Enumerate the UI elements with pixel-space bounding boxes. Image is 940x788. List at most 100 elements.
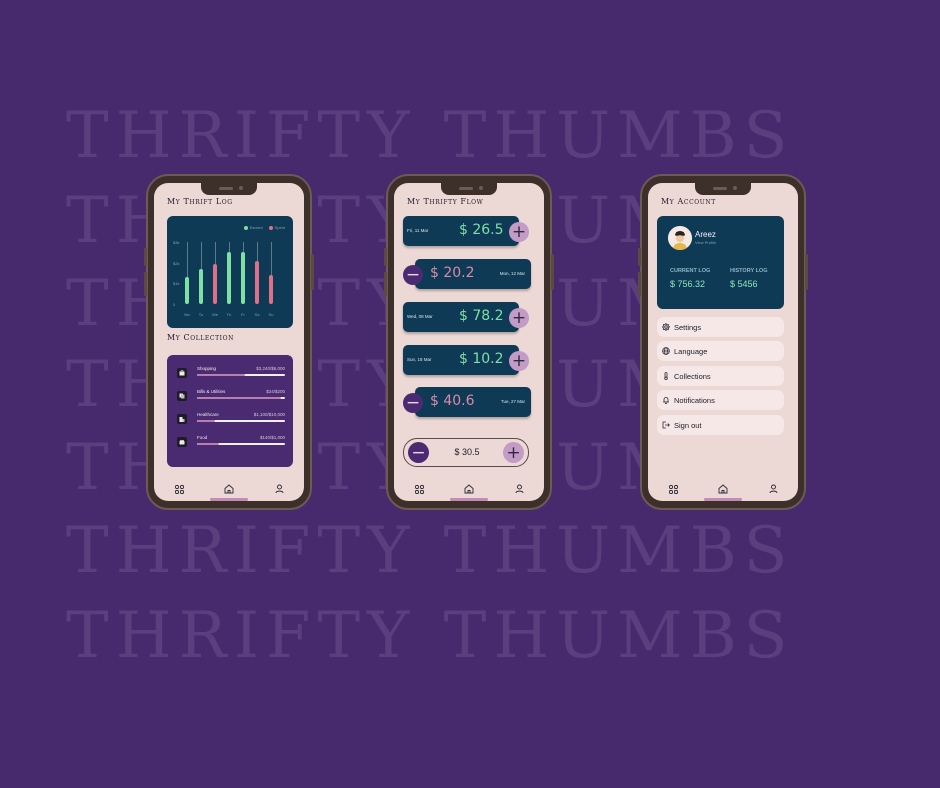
collection-item-food[interactable]: Food $140/$1,000: [177, 435, 285, 455]
legend-spent: Spent: [268, 225, 285, 230]
sign-out-icon: [662, 416, 670, 434]
bar-spent-we[interactable]: [213, 263, 217, 304]
gear-icon: [661, 318, 671, 336]
grid-icon[interactable]: [665, 481, 681, 497]
collection-name: Bills & Utilities: [197, 389, 226, 394]
home-icon[interactable]: [715, 481, 731, 497]
bottom-nav: [648, 477, 798, 501]
collection-card: Shopping $3,240/$6,000 Bills & Utilities…: [167, 355, 293, 467]
collection-item-bills[interactable]: Bills & Utilities $24/$200: [177, 389, 285, 409]
avatar[interactable]: [668, 226, 692, 250]
x-tick-label: Tu: [198, 312, 204, 317]
page-title: My Account: [661, 197, 716, 206]
page-title: My Thrifty Flow: [407, 197, 484, 206]
menu-item-notifications[interactable]: Notifications: [657, 390, 784, 410]
collection-progress: [197, 374, 285, 376]
bills-icon: [177, 391, 187, 401]
screen-thrift-log: My Thrift Log Earned Spent $3k $2k $1k 0 Mo T…: [154, 183, 304, 501]
y-tick-label: 0: [173, 302, 176, 307]
account-card: Areez View Profile CURRENT LOG $ 756.32 …: [657, 216, 784, 309]
collection-name: Healthcare: [197, 412, 219, 417]
x-tick-label: We: [212, 312, 218, 317]
watermark-text: THRIFTY THUMBS: [66, 599, 795, 673]
flow-entry[interactable]: Wed, 08 Mar $ 78.2 +: [403, 302, 529, 332]
thrift-log-chart: Earned Spent $3k $2k $1k 0 Mo Tu We Th Fr Sa Su: [167, 216, 293, 328]
bottom-nav: [394, 477, 544, 501]
entry-date: Sun, 18 Mar: [407, 357, 432, 362]
entry-amount: $ 10.2: [459, 351, 504, 367]
add-button[interactable]: +: [509, 222, 529, 242]
healthcare-icon: [177, 414, 187, 424]
bar-earned-th[interactable]: [227, 252, 231, 304]
menu-label: Language: [674, 346, 708, 356]
screen-my-account: My Account Areez View Profile CURRENT LO…: [648, 183, 798, 501]
current-log-value: $ 756.32: [670, 279, 706, 289]
grid-icon[interactable]: [411, 481, 427, 497]
menu-item-settings[interactable]: Settings: [657, 317, 784, 337]
watermark-text: THRIFTY THUMBS: [66, 99, 795, 173]
menu-label: Sign out: [674, 420, 702, 430]
entry-date: Fri, 11 Mar: [407, 228, 429, 233]
watermark-text: THRIFTY THUMBS: [66, 514, 795, 588]
amount-input[interactable]: − $ 30.5 +: [403, 438, 529, 467]
home-icon[interactable]: [461, 481, 477, 497]
add-button[interactable]: +: [503, 442, 524, 463]
menu-label: Notifications: [674, 395, 715, 405]
notch: [441, 183, 497, 195]
phone-my-account: My Account Areez View Profile CURRENT LO…: [638, 174, 808, 510]
menu-item-language[interactable]: Language: [657, 341, 784, 361]
subtract-button[interactable]: −: [403, 393, 423, 413]
globe-icon: [662, 342, 670, 360]
collection-item-shopping[interactable]: Shopping $3,240/$6,000: [177, 366, 285, 386]
add-button[interactable]: +: [509, 351, 529, 371]
y-tick-label: $2k: [173, 260, 180, 266]
active-tab-indicator: [450, 498, 488, 501]
collection-name: Shopping: [197, 366, 217, 371]
home-icon[interactable]: [221, 481, 237, 497]
x-tick-label: Th: [226, 312, 232, 317]
legend-earned: Earned: [243, 225, 263, 230]
bar-spent-su[interactable]: [269, 275, 273, 304]
menu-label: Collections: [674, 371, 711, 381]
subtract-button[interactable]: −: [403, 265, 423, 285]
bar-earned-fr[interactable]: [241, 252, 245, 304]
screen-thrifty-flow: My Thrifty Flow Fri, 11 Mar $ 26.5 + − $…: [394, 183, 544, 501]
menu-item-collections[interactable]: Collections: [657, 366, 784, 386]
flow-entry[interactable]: − $ 20.2 Mon, 12 Mar: [403, 259, 531, 289]
shopping-icon: [177, 368, 187, 378]
grid-icon[interactable]: [171, 481, 187, 497]
chart-legend: Earned Spent: [243, 225, 285, 230]
collection-progress: [197, 443, 285, 445]
menu-item-sign-out[interactable]: Sign out: [657, 415, 784, 435]
user-icon[interactable]: [765, 481, 781, 497]
add-button[interactable]: +: [509, 308, 529, 328]
section-title: My Collection: [167, 333, 235, 342]
current-log-label: CURRENT LOG: [670, 268, 711, 274]
user-icon[interactable]: [511, 481, 527, 497]
collection-amount: $1,100/$10,000: [253, 412, 285, 417]
y-tick-label: $1k: [173, 281, 180, 287]
bar-spent-sa[interactable]: [255, 260, 259, 304]
active-tab-indicator: [210, 498, 248, 501]
flow-entry[interactable]: − $ 40.6 Tue, 27 Mar: [403, 387, 531, 417]
user-icon[interactable]: [271, 481, 287, 497]
collection-name: Food: [197, 435, 208, 440]
entry-amount: $ 26.5: [459, 222, 504, 238]
collection-item-healthcare[interactable]: Healthcare $1,100/$10,000: [177, 412, 285, 432]
view-profile-link[interactable]: View Profile: [695, 240, 716, 245]
x-tick-label: Sa: [254, 312, 260, 317]
flow-entry[interactable]: Fri, 11 Mar $ 26.5 +: [403, 216, 529, 246]
y-tick-label: $3k: [173, 240, 180, 245]
entry-date: Mon, 12 Mar: [499, 271, 525, 276]
flow-entry[interactable]: Sun, 18 Mar $ 10.2 +: [403, 345, 529, 375]
bottom-nav: [154, 477, 304, 501]
collection-amount: $3,240/$6,000: [256, 366, 285, 371]
history-log-label: HISTORY LOG: [730, 268, 768, 274]
entry-amount: $ 20.2: [430, 265, 475, 281]
account-name: Areez: [695, 230, 716, 239]
bar-earned-mo[interactable]: [185, 277, 189, 304]
collection-progress: [197, 397, 285, 399]
notch: [695, 183, 751, 195]
page-title: My Thrift Log: [167, 197, 233, 206]
bar-earned-tu[interactable]: [199, 268, 203, 304]
